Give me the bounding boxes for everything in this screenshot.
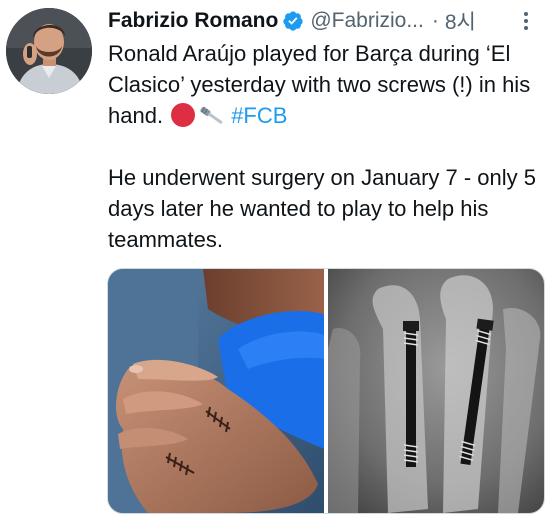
author-name[interactable]: Fabrizio Romano (108, 9, 278, 33)
photo-xray-screws[interactable] (328, 269, 544, 513)
separator-dot: · (431, 9, 439, 32)
tweet-text: Ronald Araújo played for Barça during ‘E… (108, 38, 548, 255)
verified-badge-icon (282, 10, 304, 32)
tweet[interactable]: Fabrizio Romano @Fabrizio... · 8시 Ronald… (0, 0, 550, 519)
tweet-paragraph-1: Ronald Araújo played for Barça during ‘E… (108, 38, 548, 131)
red-circle-icon (171, 103, 196, 127)
tweet-paragraph-2: He underwent surgery on January 7 - only… (108, 165, 537, 252)
tweet-header: Fabrizio Romano @Fabrizio... · 8시 (108, 6, 544, 36)
hashtag-link[interactable]: #FCB (231, 103, 287, 128)
avatar[interactable] (6, 8, 92, 94)
more-options-icon[interactable] (514, 6, 538, 36)
timestamp[interactable]: 8시 (445, 6, 476, 36)
media-grid (107, 268, 545, 514)
photo-hand-stitches[interactable] (108, 269, 324, 513)
author-handle[interactable]: @Fabrizio... (310, 9, 424, 33)
screwdriver-icon (197, 104, 227, 128)
